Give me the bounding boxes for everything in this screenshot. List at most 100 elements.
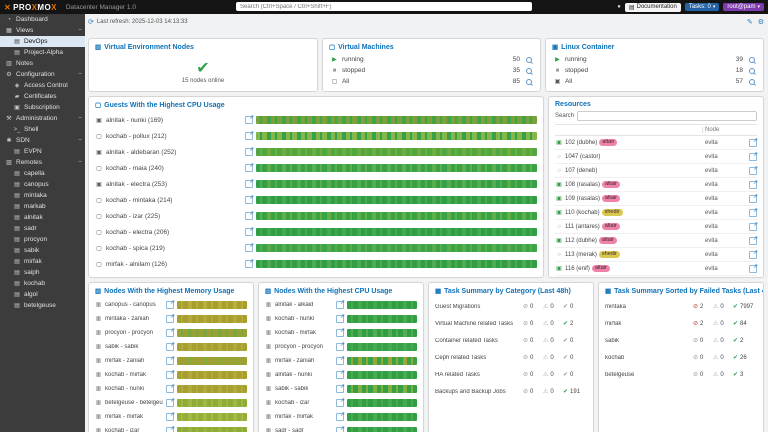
open-node-link-icon[interactable] <box>166 399 174 407</box>
sidebar-item[interactable]: ▧ Remotes − <box>0 157 85 168</box>
sidebar-item[interactable]: ▤ alnitak <box>0 212 85 223</box>
open-resource-link-icon[interactable] <box>749 139 757 147</box>
search-filter-icon[interactable] <box>749 57 755 63</box>
tasks-button[interactable]: Tasks: 0▾ <box>685 3 720 11</box>
notifications-icon[interactable]: ● <box>617 4 621 10</box>
open-node-link-icon[interactable] <box>336 427 344 432</box>
search-filter-icon[interactable] <box>526 68 532 74</box>
open-guest-link-icon[interactable] <box>245 116 253 124</box>
open-resource-link-icon[interactable] <box>749 167 757 175</box>
warning-count-cell[interactable]: ⚠0 <box>713 337 733 344</box>
sidebar-item[interactable]: ▤ DevOps <box>0 36 85 47</box>
open-resource-link-icon[interactable] <box>749 251 757 259</box>
open-node-link-icon[interactable] <box>336 329 344 337</box>
sidebar-item[interactable]: ▤ mintaka <box>0 190 85 201</box>
error-count-cell[interactable]: ⊘0 <box>693 337 713 344</box>
ok-count-cell[interactable]: ✔7997 <box>733 303 757 310</box>
open-node-link-icon[interactable] <box>166 329 174 337</box>
open-node-link-icon[interactable] <box>166 357 174 365</box>
open-node-link-icon[interactable] <box>336 413 344 421</box>
open-node-link-icon[interactable] <box>336 315 344 323</box>
error-count-cell[interactable]: ⊘0 <box>693 354 713 361</box>
ok-count-cell[interactable]: ✔2 <box>563 320 587 327</box>
resource-row[interactable]: ○ 107 (deneb) evita <box>555 164 757 178</box>
warning-count-cell[interactable]: ⚠0 <box>543 388 563 395</box>
sidebar-item[interactable]: ▤ canopus <box>0 179 85 190</box>
sidebar-item[interactable]: ▤ capella <box>0 168 85 179</box>
resource-row[interactable]: ▣ 112 (dubhe) altair evita <box>555 234 757 248</box>
collapse-icon[interactable]: − <box>78 71 82 78</box>
open-guest-link-icon[interactable] <box>245 196 253 204</box>
open-resource-link-icon[interactable] <box>749 181 757 189</box>
resource-row[interactable]: ▣ 102 (dubhe) altair evita <box>555 136 757 150</box>
open-node-link-icon[interactable] <box>166 315 174 323</box>
warning-count-cell[interactable]: ⚠0 <box>543 337 563 344</box>
ok-count-cell[interactable]: ✔3 <box>733 371 757 378</box>
resource-row[interactable]: ▣ 110 (kochab) shedir evita <box>555 206 757 220</box>
open-resource-link-icon[interactable] <box>749 195 757 203</box>
sidebar-item[interactable]: ▰ Certificates <box>0 91 85 102</box>
open-node-link-icon[interactable] <box>336 385 344 393</box>
ok-count-cell[interactable]: ✔26 <box>733 354 757 361</box>
open-node-link-icon[interactable] <box>166 385 174 393</box>
global-search-input[interactable] <box>236 2 532 11</box>
sidebar-item[interactable]: ▤ markab <box>0 201 85 212</box>
error-count-cell[interactable]: ⊘2 <box>693 320 713 327</box>
sidebar-item[interactable]: ⚙ Configuration − <box>0 69 85 80</box>
warning-count-cell[interactable]: ⚠0 <box>713 371 733 378</box>
resource-row[interactable]: ▣ 116 (enif) altair evita <box>555 262 757 276</box>
error-count-cell[interactable]: ⊘0 <box>693 371 713 378</box>
collapse-icon[interactable]: − <box>78 137 82 144</box>
sidebar-item[interactable]: ▤ saiph <box>0 267 85 278</box>
error-count-cell[interactable]: ⊘0 <box>523 303 543 310</box>
sidebar-item[interactable]: ▤ sabik <box>0 245 85 256</box>
ok-count-cell[interactable]: ✔0 <box>563 371 587 378</box>
warning-count-cell[interactable]: ⚠0 <box>713 354 733 361</box>
open-guest-link-icon[interactable] <box>245 260 253 268</box>
sidebar-item[interactable]: ▤ EVPN <box>0 146 85 157</box>
open-node-link-icon[interactable] <box>336 371 344 379</box>
ok-count-cell[interactable]: ✔0 <box>563 303 587 310</box>
open-node-link-icon[interactable] <box>166 301 174 309</box>
sidebar-item[interactable]: ▤ Project-Alpha <box>0 47 85 58</box>
sidebar-item[interactable]: ◈ Access Control <box>0 80 85 91</box>
error-count-cell[interactable]: ⊘2 <box>693 303 713 310</box>
sidebar-item[interactable]: ▤ algol <box>0 289 85 300</box>
ok-count-cell[interactable]: ✔191 <box>563 388 587 395</box>
open-node-link-icon[interactable] <box>166 413 174 421</box>
open-resource-link-icon[interactable] <box>749 265 757 273</box>
error-count-cell[interactable]: ⊘0 <box>523 337 543 344</box>
resource-row[interactable]: ▣ 108 (rasalas) altair evita <box>555 178 757 192</box>
warning-count-cell[interactable]: ⚠0 <box>543 354 563 361</box>
sidebar-item[interactable]: ⚒ Administration − <box>0 113 85 124</box>
collapse-icon[interactable]: − <box>78 159 82 166</box>
warning-count-cell[interactable]: ⚠0 <box>713 320 733 327</box>
edit-dashboard-icon[interactable]: ✎ <box>747 18 753 26</box>
open-guest-link-icon[interactable] <box>245 148 253 156</box>
sidebar-item[interactable]: ▥ Notes <box>0 58 85 69</box>
documentation-button[interactable]: ▤ Documentation <box>625 3 681 12</box>
resources-search-input[interactable] <box>577 111 757 121</box>
sidebar-item[interactable]: ▤ betelgeuse <box>0 300 85 311</box>
search-filter-icon[interactable] <box>526 79 532 85</box>
user-menu-button[interactable]: root@pam▾ <box>723 3 764 11</box>
error-count-cell[interactable]: ⊘0 <box>523 320 543 327</box>
ok-count-cell[interactable]: ✔2 <box>733 337 757 344</box>
sidebar-item[interactable]: ▤ mirfak <box>0 256 85 267</box>
open-node-link-icon[interactable] <box>336 357 344 365</box>
open-resource-link-icon[interactable] <box>749 223 757 231</box>
open-resource-link-icon[interactable] <box>749 153 757 161</box>
error-count-cell[interactable]: ⊘0 <box>523 354 543 361</box>
warning-count-cell[interactable]: ⚠0 <box>543 303 563 310</box>
sidebar-item[interactable]: ✱ SDN − <box>0 135 85 146</box>
search-filter-icon[interactable] <box>749 68 755 74</box>
open-guest-link-icon[interactable] <box>245 212 253 220</box>
resource-row[interactable]: ○ 111 (antares) altair evita <box>555 220 757 234</box>
search-filter-icon[interactable] <box>749 79 755 85</box>
open-guest-link-icon[interactable] <box>245 164 253 172</box>
sidebar-item[interactable]: ▤ sadr <box>0 223 85 234</box>
sidebar-item[interactable]: >_ Shell <box>0 124 85 135</box>
open-guest-link-icon[interactable] <box>245 132 253 140</box>
open-node-link-icon[interactable] <box>336 301 344 309</box>
sidebar-item[interactable]: ▣ Subscription <box>0 102 85 113</box>
